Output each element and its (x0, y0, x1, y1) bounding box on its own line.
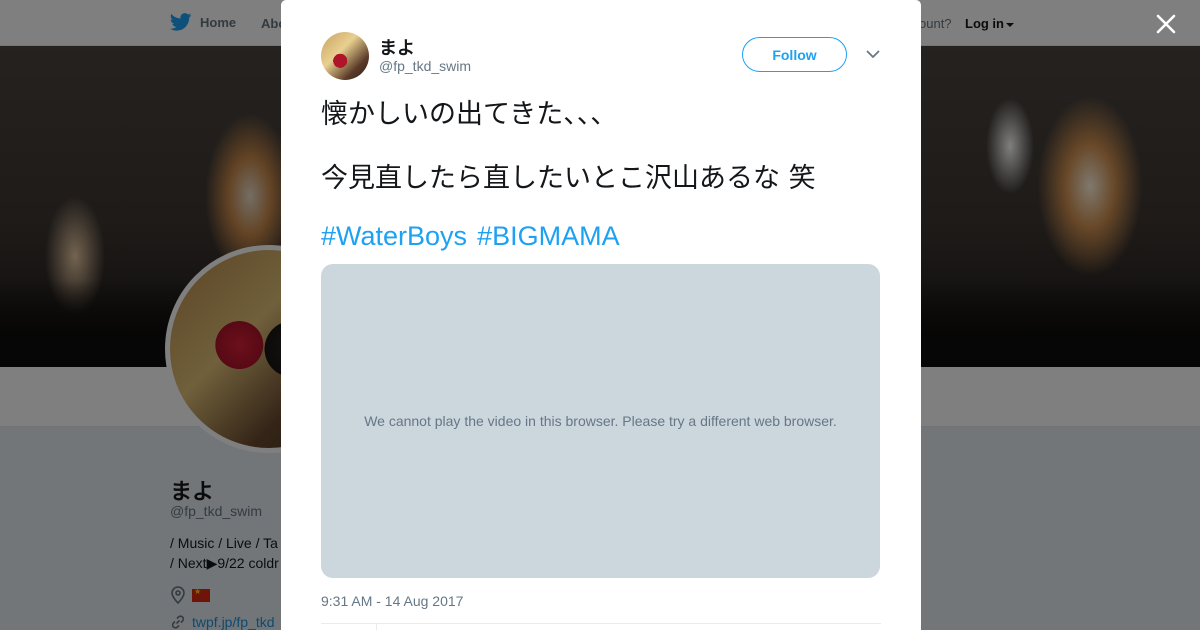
close-icon (1156, 14, 1176, 34)
hashtag-link[interactable]: #WaterBoys (321, 221, 467, 252)
close-button[interactable] (1152, 10, 1180, 38)
tweet-timestamp[interactable]: 9:31 AM - 14 Aug 2017 (321, 593, 463, 609)
author-name[interactable]: まよ (379, 34, 415, 60)
tweet-text-line: 懐かしいの出てきた、、、 (321, 99, 618, 130)
divider (376, 623, 377, 630)
video-player[interactable]: We cannot play the video in this browser… (321, 264, 880, 578)
author-handle[interactable]: @fp_tkd_swim (379, 58, 471, 74)
author-avatar[interactable] (321, 32, 369, 80)
tweet-more-menu[interactable] (865, 46, 881, 62)
chevron-down-icon (866, 50, 880, 58)
follow-button[interactable]: Follow (742, 37, 847, 72)
tweet-modal: まよ @fp_tkd_swim Follow 懐かしいの出てきた、、、 今見直し… (281, 0, 921, 630)
tweet-text-line: 今見直したら直したいとこ沢山あるな 笑 (321, 163, 816, 194)
video-unsupported-message: We cannot play the video in this browser… (364, 413, 837, 429)
tweet-hashtags: #WaterBoys #BIGMAMA (321, 221, 620, 252)
hashtag-link[interactable]: #BIGMAMA (477, 221, 620, 252)
divider (321, 623, 881, 624)
